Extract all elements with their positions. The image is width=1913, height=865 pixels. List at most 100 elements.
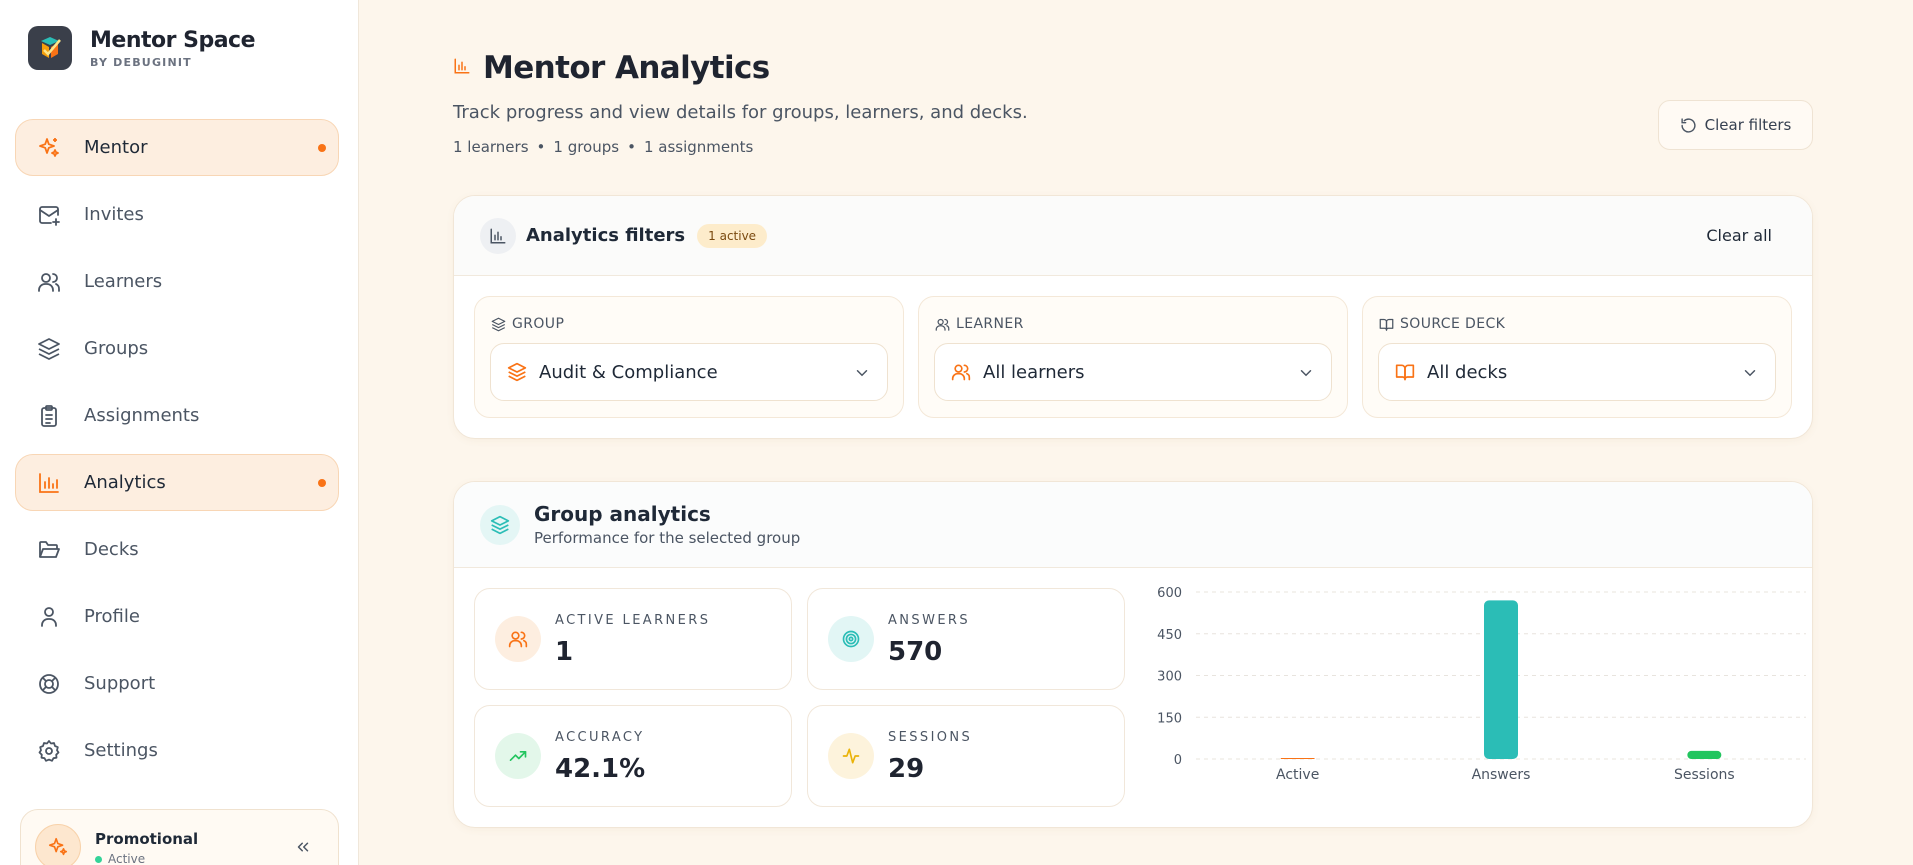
page-header: Mentor Analytics Track progress and view… — [453, 50, 1028, 156]
chevron-down-icon — [1744, 370, 1756, 377]
brand-title: Mentor Space — [90, 27, 256, 53]
analytics-filters-card: Analytics filters 1 active Clear all GRO… — [453, 195, 1813, 439]
sidebar-item-mentor[interactable]: Mentor — [15, 119, 339, 176]
y-tick-label: 600 — [1157, 586, 1182, 601]
activity-icon — [828, 733, 874, 779]
users-icon — [935, 318, 950, 331]
group-bar-chart: 0 150 300 450 600 Active Answers Sessions — [1157, 586, 1806, 783]
clear-all-button[interactable]: Clear all — [1706, 226, 1772, 245]
filters-header: Analytics filters 1 active Clear all — [454, 196, 1812, 276]
chevron-down-icon — [856, 370, 868, 377]
avatar — [35, 824, 81, 865]
layers-icon — [480, 504, 520, 545]
y-tick-label: 150 — [1157, 711, 1182, 726]
sidebar-item-invites[interactable]: Invites — [15, 186, 339, 243]
folder-open-icon — [36, 537, 62, 563]
group-select-value: Audit & Compliance — [539, 361, 718, 383]
x-tick-label: Active — [1276, 767, 1319, 783]
sidebar-item-support[interactable]: Support — [15, 655, 339, 712]
stat-accuracy: ACCURACY 42.1% — [474, 705, 792, 807]
brand-subtitle: BY DEBUGINIT — [90, 55, 192, 69]
rotate-ccw-icon — [1681, 117, 1696, 133]
clear-filters-label: Clear filters — [1704, 116, 1792, 134]
learner-select-value: All learners — [983, 361, 1085, 383]
bar-answers[interactable] — [1484, 600, 1518, 759]
deck-select[interactable]: All decks — [1378, 343, 1776, 401]
chevron-down-icon — [1300, 370, 1312, 377]
sidebar-item-decks[interactable]: Decks — [15, 521, 339, 578]
x-tick-label: Sessions — [1674, 767, 1735, 783]
stat-value: 570 — [888, 637, 943, 667]
layers-icon — [491, 317, 506, 331]
sidebar-item-settings[interactable]: Settings — [15, 722, 339, 779]
user-icon — [36, 604, 62, 630]
group-analytics-header: Group analytics Performance for the sele… — [454, 482, 1812, 568]
book-open-icon — [1379, 318, 1394, 331]
bar-chart-icon — [480, 217, 516, 254]
stat-value: 29 — [888, 754, 925, 784]
gear-icon — [36, 738, 62, 764]
sidebar-item-learners[interactable]: Learners — [15, 253, 339, 310]
y-tick-label: 450 — [1157, 628, 1182, 643]
collapse-sidebar-button[interactable] — [292, 836, 314, 858]
mail-plus-icon — [36, 202, 62, 228]
y-tick-label: 0 — [1174, 753, 1182, 768]
main-content: Mentor Analytics Track progress and view… — [359, 0, 1913, 865]
stat-value: 42.1% — [555, 754, 646, 784]
bar-sessions[interactable] — [1687, 750, 1722, 759]
learner-select[interactable]: All learners — [934, 343, 1332, 401]
sidebar-item-assignments[interactable]: Assignments — [15, 387, 339, 444]
meta-groups: 1 groups — [553, 138, 620, 156]
sidebar-item-label: Decks — [84, 539, 139, 560]
group-filter-label: GROUP — [491, 316, 564, 332]
meta-separator: • — [536, 138, 546, 156]
deck-filter: SOURCE DECK All decks — [1362, 296, 1792, 418]
clipboard-icon — [36, 403, 62, 429]
page-meta: 1 learners • 1 groups • 1 assignments — [453, 138, 1028, 156]
sidebar-item-label: Groups — [84, 338, 149, 359]
stat-label: SESSIONS — [888, 730, 973, 745]
sidebar-item-label: Analytics — [84, 472, 166, 493]
status-dot — [95, 855, 102, 863]
group-filter: GROUP Audit & Compliance — [474, 296, 904, 418]
bar-active[interactable] — [1280, 758, 1315, 759]
learner-filter-label: LEARNER — [935, 316, 1024, 332]
promo-name: Promotional — [95, 830, 199, 848]
sidebar-item-label: Profile — [84, 606, 140, 627]
users-icon — [951, 364, 971, 381]
stat-label: ANSWERS — [888, 613, 971, 628]
book-open-icon — [1395, 364, 1415, 381]
active-dot — [318, 478, 326, 487]
sidebar-item-label: Invites — [84, 204, 144, 225]
sidebar-item-groups[interactable]: Groups — [15, 320, 339, 377]
stat-sessions: SESSIONS 29 — [807, 705, 1125, 807]
brand[interactable]: Mentor Space BY DEBUGINIT — [28, 26, 256, 70]
sidebar-item-profile[interactable]: Profile — [15, 588, 339, 645]
page-title: Mentor Analytics — [483, 50, 770, 86]
sidebar-item-label: Support — [84, 673, 156, 694]
layers-icon — [507, 362, 527, 382]
chevrons-left-icon — [297, 842, 309, 852]
status-badge: Active — [95, 852, 198, 865]
status-text: Active — [108, 852, 146, 865]
promo-account-card[interactable]: Promotional Active — [20, 809, 339, 865]
brand-logo-icon — [28, 26, 72, 70]
sidebar: Mentor Space BY DEBUGINIT Mentor Invites… — [0, 0, 359, 865]
clear-filters-button[interactable]: Clear filters — [1658, 100, 1813, 150]
stat-answers: ANSWERS 570 — [807, 588, 1125, 690]
group-analytics-subtitle: Performance for the selected group — [534, 529, 801, 547]
learner-filter: LEARNER All learners — [918, 296, 1348, 418]
group-analytics-card: Group analytics Performance for the sele… — [453, 481, 1813, 828]
group-select[interactable]: Audit & Compliance — [490, 343, 888, 401]
sidebar-item-label: Mentor — [84, 137, 148, 158]
target-icon — [828, 616, 874, 662]
users-icon — [495, 616, 541, 662]
sidebar-item-analytics[interactable]: Analytics — [15, 454, 339, 511]
sidebar-item-label: Assignments — [84, 405, 200, 426]
filters-title: Analytics filters — [526, 225, 686, 246]
stat-value: 1 — [555, 637, 574, 667]
deck-select-value: All decks — [1427, 361, 1508, 383]
meta-separator: • — [627, 138, 636, 156]
sidebar-item-label: Settings — [84, 740, 158, 761]
active-filters-badge: 1 active — [697, 223, 768, 248]
